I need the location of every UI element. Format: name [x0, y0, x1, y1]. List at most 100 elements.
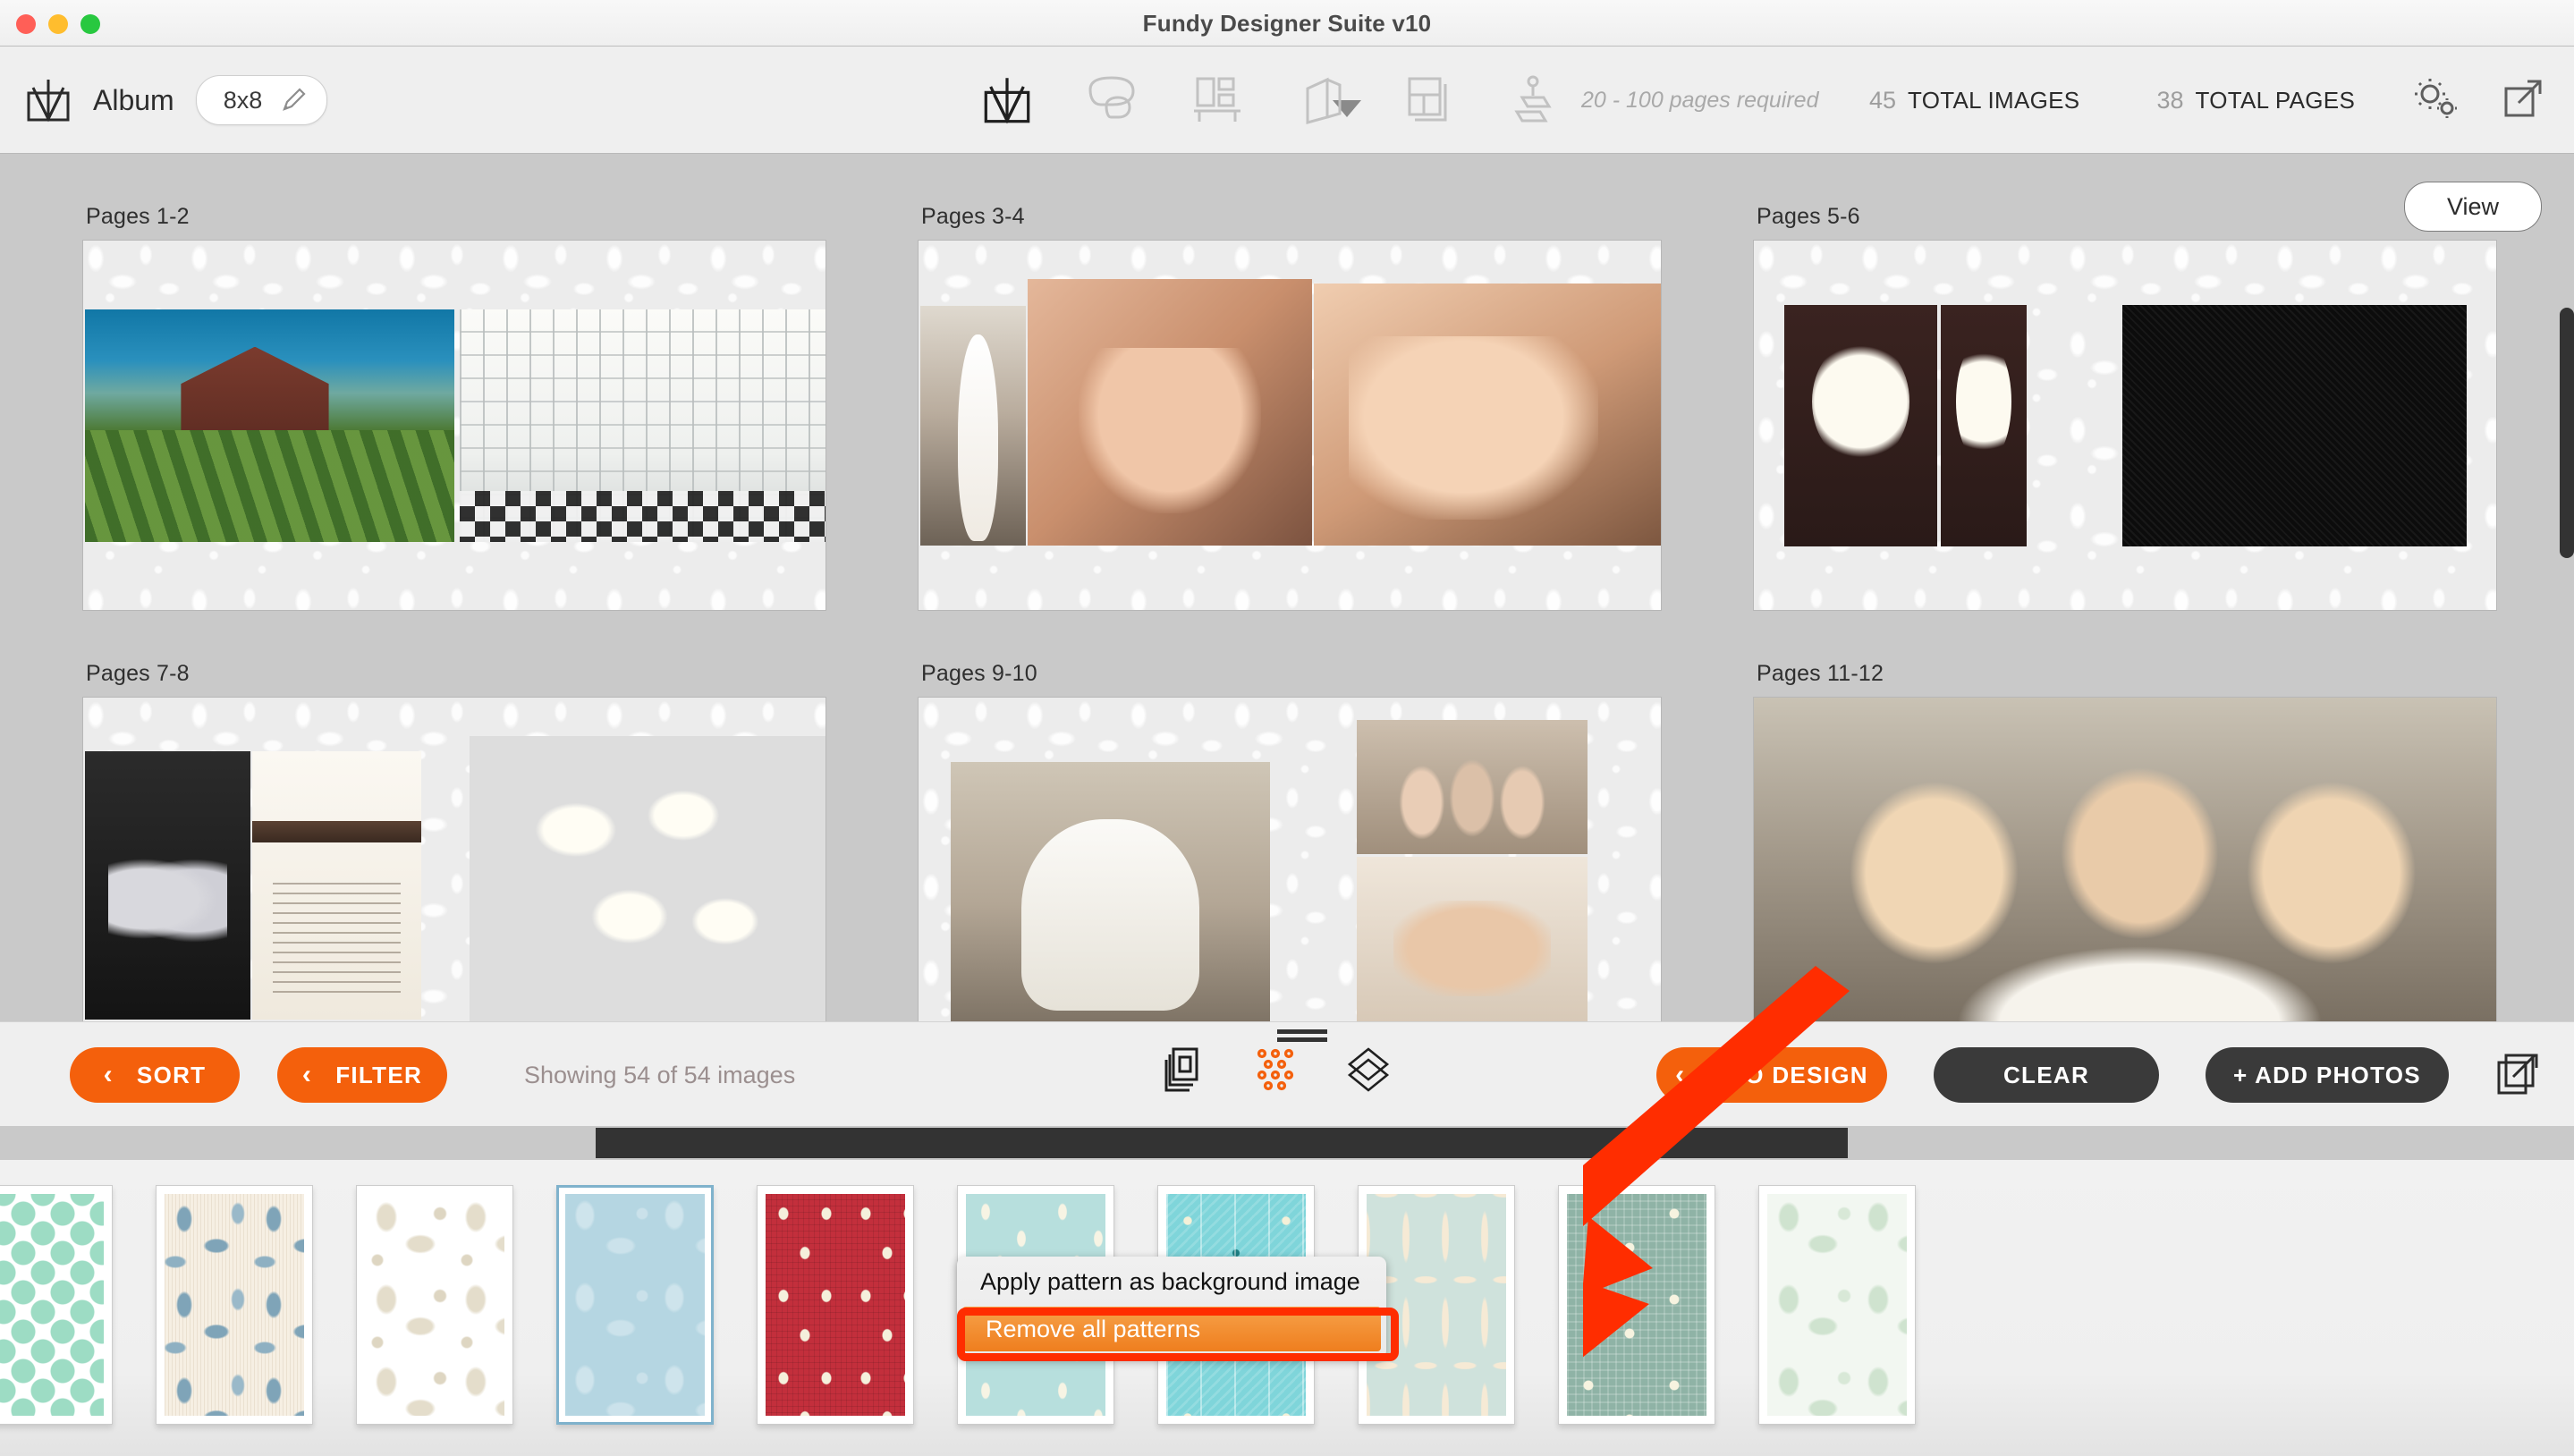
total-images-stat: 45 TOTAL IMAGES [1869, 87, 2079, 114]
album-label: Album [93, 83, 174, 116]
spread-sheet[interactable] [82, 697, 826, 1021]
spread-pages-7-8[interactable]: Pages 7-8 [82, 611, 826, 1021]
photo-cell[interactable] [252, 751, 421, 1020]
spread-sheet[interactable] [918, 240, 1662, 611]
toolbar-stats-group: 45 TOTAL IMAGES 38 TOTAL PAGES [1869, 47, 2355, 154]
album-tool-button[interactable] [975, 47, 1039, 154]
filter-button-label: FILTER [335, 1061, 423, 1088]
spread-pages-9-10[interactable]: Pages 9-10 [918, 611, 1662, 1021]
clear-button[interactable]: CLEAR [1934, 1047, 2159, 1103]
photo-cell[interactable] [85, 309, 454, 542]
filter-button[interactable]: ‹ FILTER [277, 1047, 447, 1103]
pattern-thumbnail [365, 1194, 504, 1416]
album-icon [25, 78, 72, 123]
canvas-scrollbar-thumb[interactable] [2560, 308, 2574, 558]
page-layout-icon [1404, 75, 1454, 125]
spread-sheet[interactable] [1753, 240, 2497, 611]
photo-cell[interactable] [85, 751, 250, 1020]
title-bar: Fundy Designer Suite v10 [0, 0, 2574, 47]
add-photos-button[interactable]: + ADD PHOTOS [2206, 1047, 2449, 1103]
photo-cell[interactable] [951, 762, 1270, 1021]
stamp-tool-button[interactable] [1503, 47, 1567, 154]
photo-cell[interactable] [920, 306, 1026, 546]
folded-card-icon [1299, 74, 1349, 126]
pattern-thumbnail [165, 1194, 304, 1416]
spread-caption: Pages 9-10 [921, 661, 1037, 686]
pattern-swatch-red-polka-linen[interactable] [757, 1185, 914, 1425]
photo-cell[interactable] [1028, 279, 1312, 546]
total-images-label: TOTAL IMAGES [1908, 86, 2080, 114]
pattern-swatch-blue-flock-damask[interactable] [556, 1185, 714, 1425]
spread-grid: Pages 1-2 Pages 3-4 Pages 5-6 Pages 7-8 … [82, 154, 2497, 1021]
photo-cell[interactable] [2122, 305, 2467, 546]
pattern-thumbnail [1367, 1194, 1506, 1416]
auto-design-button[interactable]: ‹ AUTO DESIGN [1656, 1047, 1887, 1103]
context-menu-item-remove-all-patterns[interactable]: Remove all patterns [962, 1307, 1381, 1351]
photo-toolbar-right: ‹ AUTO DESIGN CLEAR + ADD PHOTOS [1656, 1047, 2542, 1103]
pattern-swatch-sage-hearts-plaid[interactable] [1558, 1185, 1715, 1425]
view-button[interactable]: View [2404, 182, 2542, 232]
layers-diamond-icon[interactable] [1347, 1047, 1390, 1096]
comments-tool-button[interactable] [1080, 47, 1145, 154]
spread-caption: Pages 1-2 [86, 204, 190, 229]
settings-gears-icon[interactable] [2413, 78, 2458, 123]
pattern-swatch-mint-damask[interactable] [1758, 1185, 1916, 1425]
pattern-context-menu[interactable]: Apply pattern as background image Remove… [957, 1257, 1386, 1359]
spread-sheet[interactable] [918, 697, 1662, 1021]
photo-cell[interactable] [1754, 698, 2496, 1021]
spread-caption: Pages 7-8 [86, 661, 190, 686]
export-photos-icon[interactable] [2495, 1050, 2542, 1101]
photo-cell[interactable] [470, 736, 826, 1021]
spread-canvas[interactable]: View Pages 1-2 Pages 3-4 Pages 5-6 Pages… [0, 154, 2574, 1021]
speech-bubble-icon [1085, 75, 1140, 125]
chevron-left-icon: ‹ [103, 1060, 114, 1089]
photo-cell[interactable] [1784, 305, 1937, 546]
photo-toolbar: ‹ SORT ‹ FILTER Showing 54 of 54 images [0, 1021, 2574, 1128]
photo-cell[interactable] [460, 309, 826, 542]
pattern-thumbnail [565, 1194, 705, 1416]
spread-pages-11-12[interactable]: Pages 11-12 [1753, 611, 2497, 1021]
pages-required-note: 20 - 100 pages required [1581, 87, 1819, 113]
pencil-icon[interactable] [280, 87, 307, 114]
window-title: Fundy Designer Suite v10 [1142, 10, 1432, 37]
toolbar-right-group [2413, 47, 2544, 154]
spread-sheet[interactable] [1753, 697, 2497, 1021]
pattern-swatch-blue-floral-vine[interactable] [156, 1185, 313, 1425]
spread-caption: Pages 5-6 [1757, 204, 1860, 229]
pattern-thumbnail [1567, 1194, 1706, 1416]
photo-cell[interactable] [1941, 305, 2027, 546]
photo-cell[interactable] [1357, 720, 1588, 854]
auto-design-label: AUTO DESIGN [1694, 1061, 1868, 1088]
album-size-selector[interactable]: 8x8 [195, 75, 328, 125]
stamp-icon [1510, 74, 1560, 126]
page-layout-tool-button[interactable] [1397, 47, 1461, 154]
tray-scroll-track[interactable] [596, 1128, 1848, 1158]
photo-cell[interactable] [1357, 857, 1588, 1021]
photo-cell[interactable] [1314, 284, 1661, 546]
stacked-photos-icon[interactable] [1163, 1047, 1204, 1096]
expand-external-icon[interactable] [2502, 78, 2544, 123]
chevron-left-icon: ‹ [301, 1060, 313, 1089]
folded-card-tool-button[interactable] [1291, 47, 1356, 154]
spread-pages-1-2[interactable]: Pages 1-2 [82, 154, 826, 611]
pattern-thumbnail [1767, 1194, 1907, 1416]
context-menu-item-apply-pattern[interactable]: Apply pattern as background image [957, 1257, 1386, 1307]
wall-display-tool-button[interactable] [1186, 47, 1250, 154]
spread-pages-5-6[interactable]: Pages 5-6 [1753, 154, 2497, 611]
total-pages-count: 38 [2156, 86, 2184, 114]
sort-button-label: SORT [136, 1061, 207, 1088]
pattern-thumbnail [766, 1194, 905, 1416]
pattern-swatch-cream-damask[interactable] [356, 1185, 513, 1425]
wall-display-icon [1192, 75, 1244, 125]
pattern-thumbnail [0, 1194, 104, 1416]
drag-handle[interactable] [1277, 1029, 1327, 1044]
spread-sheet[interactable] [82, 240, 826, 611]
total-pages-label: TOTAL PAGES [2195, 86, 2356, 114]
main-toolbar: Album 8x8 20 - 100 pages required 45 TOT… [0, 47, 2574, 154]
sort-button[interactable]: ‹ SORT [70, 1047, 240, 1103]
total-images-count: 45 [1869, 86, 1897, 114]
chevron-left-icon: ‹ [1675, 1060, 1686, 1089]
dot-grid-icon[interactable] [1254, 1047, 1297, 1096]
pattern-swatch-mint-lattice[interactable] [0, 1185, 113, 1425]
spread-pages-3-4[interactable]: Pages 3-4 [918, 154, 1662, 611]
